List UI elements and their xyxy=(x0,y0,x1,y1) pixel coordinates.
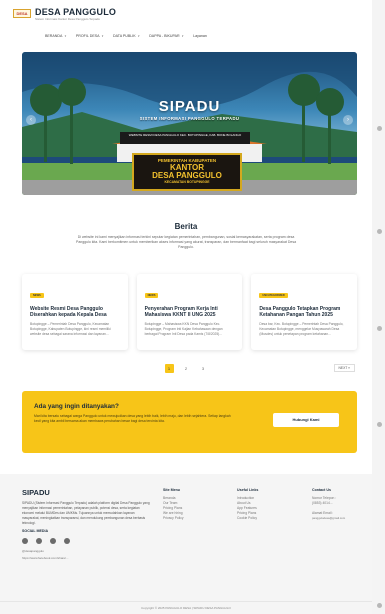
rail-dot[interactable] xyxy=(377,422,382,427)
news-card[interactable]: UNCATEGORIZED Desa Panggulo Tetapkan Pro… xyxy=(251,274,358,350)
cta-text: Mari kita bersatu sebagai warga Panggulo… xyxy=(34,414,231,423)
hero-subtitle: SISTEM INFORMASI PANGGULO TERPADU xyxy=(139,116,240,121)
brand-name[interactable]: DESA PANGGULO xyxy=(35,7,116,17)
pagination: 1 2 3 xyxy=(0,364,372,373)
footer-title: SIPADU xyxy=(22,488,50,497)
footer-about-text: SIPADU (Sistem Informasi Panggulo Terpad… xyxy=(22,501,150,525)
social-title: SOCIAL MEDIA xyxy=(22,529,49,533)
page-button-2[interactable]: 2 xyxy=(182,364,191,373)
footer-contact: Contact Us Nomor Telepon : (0853) 4014..… xyxy=(312,488,370,521)
page-button-1[interactable]: 1 xyxy=(164,364,174,373)
footer-about: SIPADU SIPADU (Sistem Informasi Panggulo… xyxy=(22,488,150,561)
facebook-icon[interactable] xyxy=(36,538,42,544)
hero-banner: ‹ › SIPADU SISTEM INFORMASI PANGGULO TER… xyxy=(22,52,357,195)
footer-contact-title: Contact Us xyxy=(312,488,331,492)
cta-title: Ada yang ingin ditanyakan? xyxy=(34,403,119,410)
contact-button[interactable]: Hubungi Kami xyxy=(273,413,339,427)
rail-dot[interactable] xyxy=(377,603,382,608)
chevron-down-icon: ▾ xyxy=(181,33,184,38)
copyright: Copyright © 2025 PANGGULO DESA | SIPADU … xyxy=(0,601,372,610)
news-card[interactable]: NEWS Website Resmi Desa Panggulo Diserah… xyxy=(22,274,128,350)
contact-email[interactable]: panggulodesa@gmail.com xyxy=(312,516,370,521)
footer-useful-links: Useful Links Introduction About Us App F… xyxy=(237,488,258,521)
office-sign: PEMERINTAH KABUPATEN KANTOR DESA PANGGUL… xyxy=(132,153,242,191)
hero-welcome-banner: WEBSITE RESMI DESA PANGGULO KEC. BOTUPIN… xyxy=(120,132,250,144)
nav-item-data-publik[interactable]: DATA PUBLIK ▾ xyxy=(113,34,139,38)
sign-line-4: KECAMATAN BOTUPINGGE xyxy=(164,179,210,184)
rail-dot[interactable] xyxy=(377,229,382,234)
news-cards: NEWS Website Resmi Desa Panggulo Diserah… xyxy=(22,274,358,350)
news-excerpt: Botupingge – Pemerintah Desa Panggulo, K… xyxy=(30,322,111,336)
berita-section: Berita Di website ini kami menyajikan in… xyxy=(0,222,372,251)
tiktok-icon[interactable] xyxy=(64,538,70,544)
news-title[interactable]: Penyerahan Program Kerja Inti Mahasiswa … xyxy=(145,306,235,318)
instagram-icon[interactable] xyxy=(22,538,28,544)
hero-title: SIPADU xyxy=(158,98,221,115)
footer-site-menu: Site Menu Beranda Our Team Pricing Plans… xyxy=(163,488,184,521)
side-rail xyxy=(372,0,385,614)
social-handle[interactable]: @desapanggulo xyxy=(22,549,150,553)
category-badge[interactable]: UNCATEGORIZED xyxy=(259,293,288,298)
news-card[interactable]: NEWS Penyerahan Program Kerja Inti Mahas… xyxy=(136,274,243,350)
nav-item-dappa[interactable]: DAPPA - BIKUPAR ▾ xyxy=(149,34,183,38)
footer-menu-title: Site Menu xyxy=(163,488,180,492)
youtube-icon[interactable] xyxy=(50,538,56,544)
section-title: Berita xyxy=(174,222,198,231)
page: DESA DESA PANGGULO Sistem Informasi Kant… xyxy=(0,0,372,614)
rail-dot[interactable] xyxy=(377,326,382,331)
brand-tagline: Sistem Informasi Kantor Desa Panggulo Te… xyxy=(35,16,100,21)
footer-links-title: Useful Links xyxy=(237,488,259,492)
page-button-3[interactable]: 3 xyxy=(199,364,208,373)
nav-item-beranda[interactable]: BERANDA ▾ xyxy=(45,34,66,38)
news-excerpt: Desa bar, Kec. Botupingge – Pemerintah D… xyxy=(259,322,344,336)
news-title[interactable]: Desa Panggulo Tetapkan Program Ketahanan… xyxy=(259,306,349,318)
next-page-button[interactable]: NEXT » xyxy=(333,364,355,372)
nav-item-profil-desa[interactable]: PROFIL DESA ▾ xyxy=(76,34,103,38)
sign-line-3: DESA PANGGULO xyxy=(152,170,222,180)
section-description: Di website ini kami menyajikan informasi… xyxy=(75,235,297,250)
site-logo[interactable]: DESA xyxy=(13,9,31,18)
news-excerpt: Botupingge – Mahasiswa KKN Desa Panggulo… xyxy=(144,322,223,336)
site-header: DESA DESA PANGGULO Sistem Informasi Kant… xyxy=(0,0,372,27)
chevron-down-icon: ▾ xyxy=(101,33,104,38)
contact-cta: Ada yang ingin ditanyakan? Mari kita ber… xyxy=(22,391,357,453)
news-title[interactable]: Website Resmi Desa Panggulo Diserahkan k… xyxy=(30,306,120,318)
footer-link[interactable]: Privacy Policy xyxy=(163,516,184,521)
chevron-down-icon: ▾ xyxy=(137,33,140,38)
chevron-down-icon: ▾ xyxy=(64,33,66,38)
category-badge[interactable]: NEWS xyxy=(30,293,44,298)
footer-link[interactable]: Cookie Policy xyxy=(237,516,258,521)
social-icons xyxy=(22,538,150,544)
nav-item-layanan[interactable]: Layanan xyxy=(193,34,207,38)
site-footer: SIPADU SIPADU (Sistem Informasi Panggulo… xyxy=(0,474,372,614)
main-nav: BERANDA ▾ PROFIL DESA ▾ DATA PUBLIK ▾ DAPPA… xyxy=(0,27,372,44)
category-badge[interactable]: NEWS xyxy=(144,293,159,298)
rail-dot[interactable] xyxy=(377,126,382,131)
social-url[interactable]: https://www.facebook.com/share/... xyxy=(22,556,150,561)
